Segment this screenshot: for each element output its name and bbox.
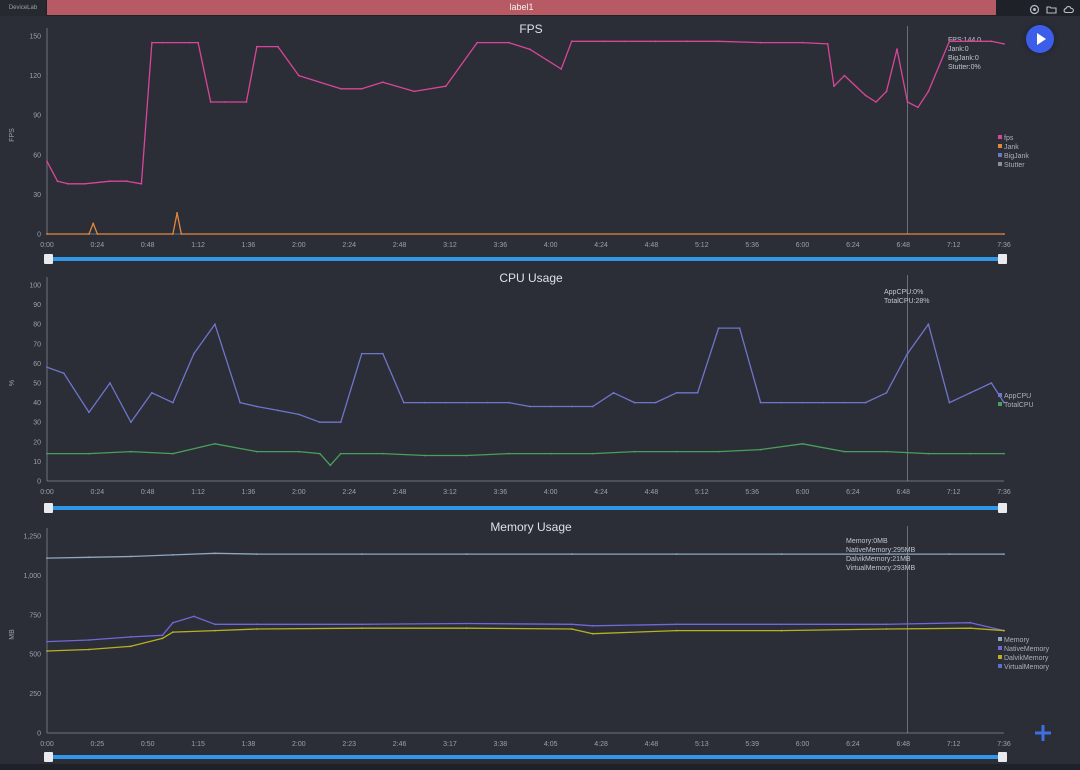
x-tick-label: 2:46 <box>393 741 407 748</box>
data-point <box>570 553 573 555</box>
x-tick-label: 2:00 <box>292 741 306 748</box>
legend-swatch[interactable] <box>998 655 1002 659</box>
data-point <box>465 622 468 625</box>
x-tick-label: 5:39 <box>745 741 759 748</box>
x-tick-label: 6:24 <box>846 741 860 748</box>
data-point <box>214 552 216 555</box>
data-point <box>256 553 258 555</box>
x-tick-label: 3:17 <box>443 741 457 748</box>
data-point <box>88 556 90 559</box>
data-point <box>885 628 888 630</box>
legend-swatch[interactable] <box>998 646 1002 650</box>
data-point <box>172 631 174 633</box>
tooltip-text: DalvikMemory:21MB <box>846 556 911 563</box>
x-tick-label: 4:48 <box>645 741 659 748</box>
y-tick-label: 0 <box>37 731 41 738</box>
data-point <box>570 623 573 626</box>
x-tick-label: 1:38 <box>242 741 256 748</box>
y-tick-label: 750 <box>29 612 41 619</box>
data-point <box>256 623 258 626</box>
data-point <box>161 634 164 637</box>
data-point <box>780 629 783 632</box>
legend-swatch[interactable] <box>998 637 1002 641</box>
legend-label: Memory <box>1004 637 1030 644</box>
legend-label: NativeMemory <box>1004 646 1050 653</box>
data-point <box>256 628 258 630</box>
data-point <box>675 629 678 632</box>
data-point <box>161 637 164 640</box>
data-point <box>172 621 174 624</box>
x-tick-label: 3:38 <box>494 741 508 748</box>
data-point <box>885 553 888 555</box>
data-point <box>88 648 90 651</box>
slider-handle-right[interactable] <box>998 752 1007 762</box>
x-tick-label: 0:00 <box>40 741 54 748</box>
data-point <box>1003 629 1005 632</box>
x-tick-label: 6:00 <box>796 741 810 748</box>
slider-handle-left[interactable] <box>44 752 53 762</box>
x-tick-label: 0:25 <box>91 741 105 748</box>
x-tick-label: 7:12 <box>947 741 961 748</box>
cloud-icon[interactable] <box>1063 2 1074 14</box>
data-point <box>88 639 90 641</box>
x-tick-label: 7:36 <box>997 741 1011 748</box>
x-tick-label: 2:23 <box>342 741 356 748</box>
legend-label: DalvikMemory <box>1004 655 1049 662</box>
data-point <box>675 553 678 555</box>
y-tick-label: 250 <box>29 691 41 698</box>
data-point <box>969 627 972 630</box>
y-tick-label: 500 <box>29 652 41 659</box>
y-axis-label: MB <box>9 629 16 640</box>
data-point <box>172 554 174 556</box>
data-point <box>570 628 573 630</box>
legend-label: VirtualMemory <box>1004 664 1049 671</box>
time-range-slider[interactable] <box>51 755 1000 759</box>
add-button[interactable] <box>1032 722 1054 744</box>
x-tick-label: 4:28 <box>594 741 608 748</box>
data-point <box>214 629 216 632</box>
data-point <box>885 623 888 626</box>
data-point <box>465 553 468 555</box>
data-point <box>1003 553 1005 555</box>
x-tick-label: 4:05 <box>544 741 558 748</box>
data-point <box>969 621 972 624</box>
x-tick-label: 1:15 <box>191 741 205 748</box>
y-tick-label: 1,250 <box>23 534 41 541</box>
data-point <box>46 640 48 643</box>
data-point <box>130 645 132 648</box>
tooltip-text: Memory:0MB <box>846 538 888 545</box>
memory-chart: 0 250 500 750 1,000 1,250 MB 0:00 0:25 0:50 1:15 1:… <box>9 526 1050 762</box>
data-point <box>591 624 594 627</box>
data-point <box>360 553 363 555</box>
y-tick-label: 1,000 <box>23 573 41 580</box>
legend-swatch[interactable] <box>998 664 1002 668</box>
data-point <box>46 650 48 652</box>
data-point <box>130 636 132 638</box>
data-point <box>465 627 468 630</box>
tooltip-text: VirtualMemory:293MB <box>846 565 915 572</box>
status-strip <box>0 764 1080 770</box>
x-tick-label: 5:13 <box>695 741 709 748</box>
data-point <box>948 553 951 555</box>
series-line-dalvikmemory <box>46 627 1005 652</box>
x-tick-label: 6:48 <box>896 741 910 748</box>
data-point <box>214 623 216 626</box>
data-point <box>46 557 48 559</box>
data-point <box>780 623 783 626</box>
play-button[interactable] <box>1026 25 1054 53</box>
x-tick-label: 0:50 <box>141 741 155 748</box>
data-point <box>591 632 594 635</box>
tooltip-text: NativeMemory:295MB <box>846 547 916 554</box>
data-point <box>360 627 363 630</box>
data-point <box>675 623 678 626</box>
data-point <box>193 615 195 618</box>
play-icon <box>1037 33 1046 45</box>
data-point <box>780 553 783 555</box>
data-point <box>130 555 132 558</box>
plus-icon <box>1035 725 1051 741</box>
data-point <box>360 623 363 626</box>
